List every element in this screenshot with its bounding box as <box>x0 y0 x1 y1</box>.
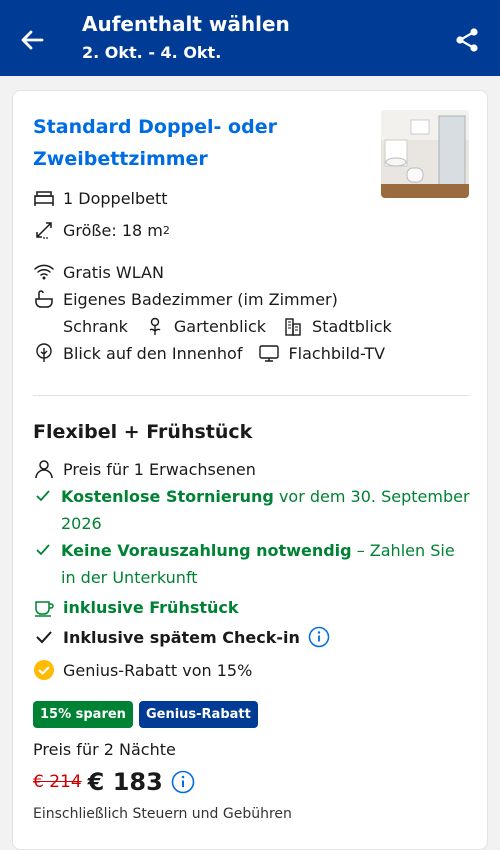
breakfast-info: inklusive Frühstück <box>33 596 239 618</box>
room-photo[interactable] <box>381 110 469 198</box>
cancellation-bold: Kostenlose Stornierung <box>61 487 274 506</box>
size-label: Größe: 18 m <box>63 220 163 240</box>
garden-view-label: Gartenblick <box>173 316 267 336</box>
person-icon <box>33 458 55 480</box>
wifi-label: Gratis WLAN <box>63 262 164 282</box>
courtyard-info: Blick auf den Innenhof Flachbild-TV <box>33 342 385 364</box>
prepayment-info: Keine Vorauszahlung notwendig – Zahlen S… <box>33 537 473 591</box>
room-offer-card: Standard Doppel- oder Zweibettzimmer 1 D… <box>12 90 488 850</box>
guests-info: Preis für 1 Erwachsenen <box>33 458 256 480</box>
views-info: Schrank Gartenblick Stadtblick <box>63 315 392 337</box>
cancellation-info: Kostenlose Stornierung vor dem 30. Septe… <box>33 483 473 537</box>
checkmark-icon <box>33 540 53 560</box>
info-icon[interactable] <box>308 626 330 648</box>
taxes-note: Einschließlich Steuern und Gebühren <box>33 806 292 822</box>
bed-info: 1 Doppelbett <box>33 187 168 209</box>
header-title: Aufenthalt wählen <box>82 12 290 36</box>
wifi-icon <box>33 261 55 283</box>
size-unit-sup: 2 <box>162 223 170 237</box>
checkmark-icon <box>33 486 53 506</box>
guests-label: Preis für 1 Erwachsenen <box>63 459 256 479</box>
bed-label: 1 Doppelbett <box>63 188 168 208</box>
back-arrow-icon[interactable] <box>18 26 46 54</box>
bed-icon <box>33 187 55 209</box>
share-icon[interactable] <box>454 27 480 53</box>
tv-icon <box>258 342 280 364</box>
bath-icon <box>33 288 55 310</box>
late-checkin-label: Inklusive spätem Check-in <box>63 627 300 647</box>
wifi-info: Gratis WLAN <box>33 261 164 283</box>
courtyard-label: Blick auf den Innenhof <box>63 343 243 363</box>
prepay-bold: Keine Vorauszahlung notwendig <box>61 541 352 560</box>
room-size-icon <box>33 219 55 241</box>
coffee-cup-icon <box>33 596 55 618</box>
section-divider <box>33 395 469 396</box>
bathroom-label: Eigenes Badezimmer (im Zimmer) <box>63 289 338 309</box>
badge-group: 15% sparen Genius-Rabatt <box>33 701 258 728</box>
genius-info: Genius-Rabatt von 15% <box>33 659 252 681</box>
rate-plan-title: Flexibel + Frühstück <box>33 421 253 443</box>
room-title[interactable]: Standard Doppel- oder Zweibettzimmer <box>33 111 353 175</box>
size-info: Größe: 18 m2 <box>33 219 170 241</box>
nights-label: Preis für 2 Nächte <box>33 740 176 759</box>
genius-label: Genius-Rabatt von 15% <box>63 660 253 680</box>
wardrobe-label: Schrank <box>63 316 128 336</box>
city-view-label: Stadtblick <box>312 316 392 336</box>
tree-icon <box>33 342 55 364</box>
genius-check-icon <box>33 659 55 681</box>
price-row: € 214 € 183 <box>33 768 195 796</box>
old-price: € 214 <box>33 772 82 792</box>
breakfast-label: inklusive Frühstück <box>63 597 239 617</box>
header-dates: 2. Okt. - 4. Okt. <box>82 43 222 62</box>
tv-label: Flachbild-TV <box>288 343 386 363</box>
bathroom-info: Eigenes Badezimmer (im Zimmer) <box>33 288 338 310</box>
current-price: € 183 <box>87 768 163 796</box>
checkmark-icon <box>33 626 55 648</box>
price-info-icon[interactable] <box>171 770 195 794</box>
savings-badge: 15% sparen <box>33 701 133 728</box>
city-icon <box>282 315 304 337</box>
app-header: Aufenthalt wählen 2. Okt. - 4. Okt. <box>0 0 500 76</box>
flower-icon <box>144 315 166 337</box>
genius-badge: Genius-Rabatt <box>138 701 258 728</box>
late-checkin-info: Inklusive spätem Check-in <box>33 626 338 648</box>
